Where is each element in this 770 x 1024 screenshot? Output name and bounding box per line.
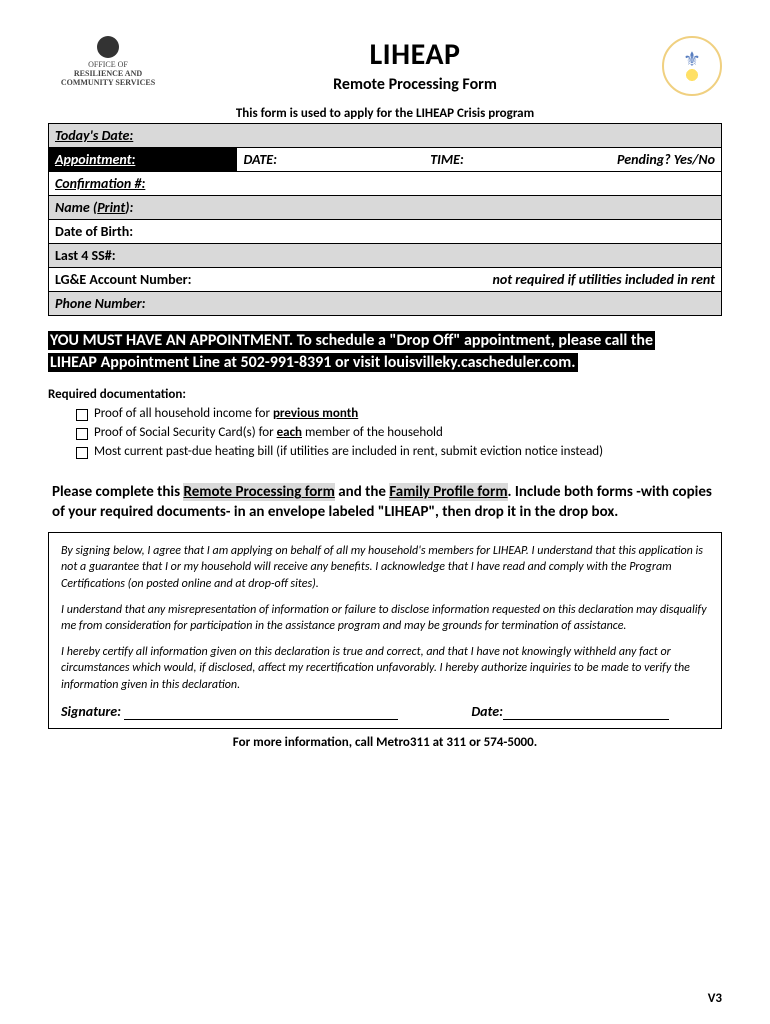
field-lge[interactable]: LG&E Account Number:	[49, 268, 237, 292]
field-phone[interactable]: Phone Number:	[49, 292, 722, 316]
cert-para-1: By signing below, I agree that I am appl…	[61, 543, 709, 592]
signature-date-field[interactable]: Date:	[471, 703, 709, 720]
footer-info: For more information, call Metro311 at 3…	[48, 735, 722, 750]
required-documentation: Required documentation: Proof of all hou…	[48, 387, 722, 459]
page-subtitle: Remote Processing Form	[168, 75, 662, 94]
appointment-banner: YOU MUST HAVE AN APPOINTMENT. To schedul…	[48, 330, 722, 373]
appt-pending-label: Pending? Yes/No	[617, 151, 715, 168]
intro-text: This form is used to apply for the LIHEA…	[48, 106, 722, 121]
seal-icon	[97, 36, 119, 58]
fleur-icon	[680, 51, 704, 81]
version-label: V3	[708, 991, 722, 1006]
cert-para-2: I understand that any misrepresentation …	[61, 602, 709, 634]
field-name[interactable]: Name (Print):	[49, 196, 722, 220]
header: OFFICE OF RESILIENCE AND COMMUNITY SERVI…	[48, 36, 722, 96]
form-fields-table: Today's Date: Appointment: DATE: TIME: P…	[48, 123, 722, 316]
field-todays-date[interactable]: Today's Date:	[49, 124, 722, 148]
req-doc-item: Proof of all household income for previo…	[76, 406, 722, 421]
lge-note: not required if utilities included in re…	[237, 268, 722, 292]
appt-time-label: TIME:	[430, 151, 464, 168]
field-dob[interactable]: Date of Birth:	[49, 220, 722, 244]
field-appointment-label: Appointment:	[49, 148, 237, 172]
req-doc-item: Most current past-due heating bill (if u…	[76, 444, 722, 459]
req-docs-title: Required documentation:	[48, 387, 722, 402]
field-last4[interactable]: Last 4 SS#:	[49, 244, 722, 268]
agency-logo-left: OFFICE OF RESILIENCE AND COMMUNITY SERVI…	[48, 36, 168, 87]
req-doc-item: Proof of Social Security Card(s) for eac…	[76, 425, 722, 440]
certification-box: By signing below, I agree that I am appl…	[48, 532, 722, 729]
banner-line2: LIHEAP Appointment Line at 502-991-8391 …	[48, 353, 578, 372]
completion-instruction: Please complete this Remote Processing f…	[48, 483, 722, 522]
logo-line3: COMMUNITY SERVICES	[48, 79, 168, 88]
field-appointment-values[interactable]: DATE: TIME: Pending? Yes/No	[237, 148, 722, 172]
appt-date-label: DATE:	[243, 151, 277, 168]
banner-line1: YOU MUST HAVE AN APPOINTMENT. To schedul…	[48, 331, 655, 350]
signature-field[interactable]: Signature:	[61, 703, 441, 720]
liheap-logo-right	[662, 36, 722, 96]
title-block: LIHEAP Remote Processing Form	[168, 36, 662, 94]
cert-para-3: I hereby certify all information given o…	[61, 644, 709, 693]
page-title: LIHEAP	[168, 36, 662, 73]
field-confirmation[interactable]: Confirmation #:	[49, 172, 722, 196]
